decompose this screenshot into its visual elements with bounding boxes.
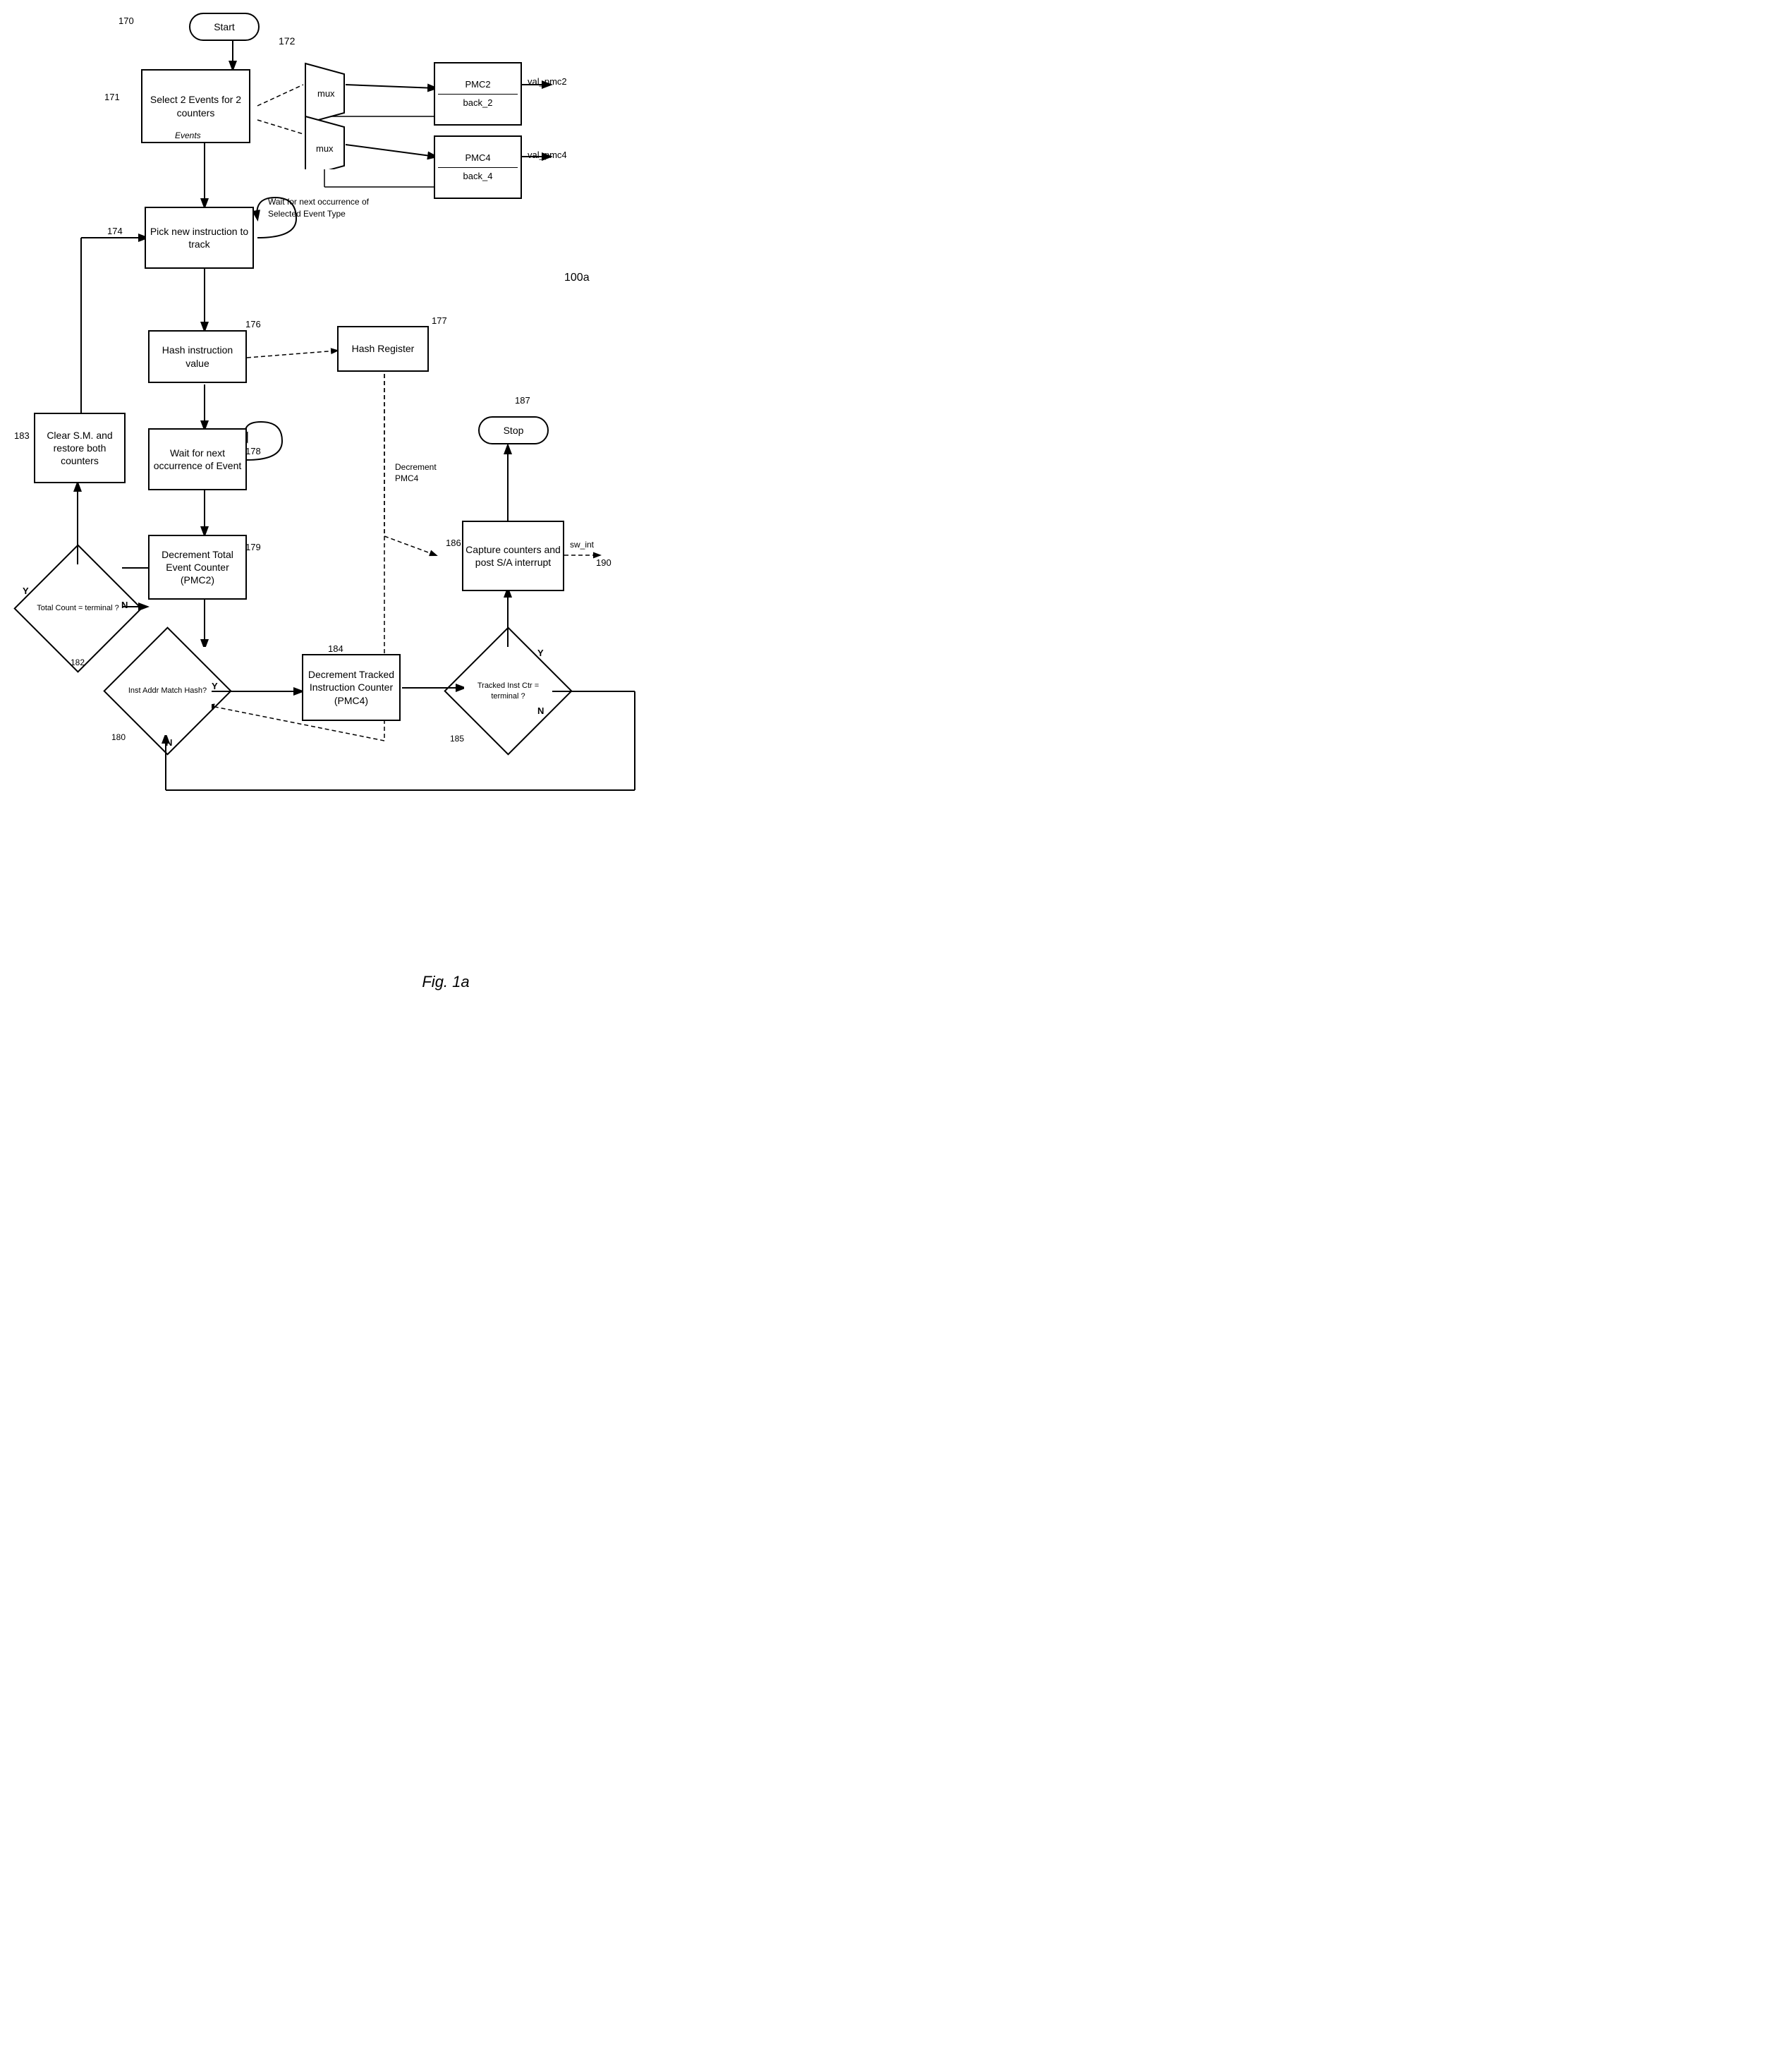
ref-190: 190 bbox=[596, 557, 611, 568]
total-count-n-label: N bbox=[121, 600, 128, 610]
hash-instruction-label: Hash instruction value bbox=[150, 344, 245, 369]
decrement-tec-node: Decrement Total Event Counter (PMC2) bbox=[148, 535, 247, 600]
stop-node: Stop bbox=[478, 416, 549, 444]
decrement-tracked-label: Decrement Tracked Instruction Counter (P… bbox=[303, 668, 399, 707]
ref-177: 177 bbox=[432, 315, 447, 326]
ref-179: 179 bbox=[245, 542, 261, 552]
tracked-y-label: Y bbox=[537, 648, 544, 658]
start-label: Start bbox=[214, 20, 235, 33]
decrement-tracked-node: Decrement Tracked Instruction Counter (P… bbox=[302, 654, 401, 721]
total-count-label: Total Count = terminal ? bbox=[37, 603, 118, 613]
total-count-y-label: Y bbox=[23, 586, 29, 596]
ref-170: 170 bbox=[118, 16, 134, 26]
mux-group: mux mux bbox=[302, 60, 351, 169]
inst-addr-y-label: Y bbox=[212, 681, 218, 691]
wait-event-label: Wait for next occurrence of Event bbox=[150, 447, 245, 472]
wait-occurrence-label: Wait for next occurrence of Selected Eve… bbox=[268, 196, 391, 220]
hash-register-label: Hash Register bbox=[352, 342, 415, 355]
ref-186: 186 bbox=[446, 538, 461, 548]
figure-label: Fig. 1a bbox=[422, 973, 469, 991]
ref-182: 182 bbox=[71, 658, 85, 667]
diagram: Start 170 Select 2 Events for 2 counters… bbox=[0, 0, 892, 1002]
tracked-inst-ctr-label: Tracked Inst Ctr = terminal ? bbox=[464, 681, 552, 701]
hash-instruction-node: Hash instruction value bbox=[148, 330, 247, 383]
pick-instruction-label: Pick new instruction to track bbox=[146, 225, 252, 250]
decrement-tec-label: Decrement Total Event Counter (PMC2) bbox=[150, 548, 245, 587]
val-pmc4-label: val_pmc4 bbox=[528, 150, 567, 160]
capture-counters-node: Capture counters and post S/A interrupt bbox=[462, 521, 564, 591]
decrement-pmc4-label: Decrement PMC4 bbox=[395, 462, 462, 484]
ref-176: 176 bbox=[245, 319, 261, 329]
ref-178: 178 bbox=[245, 446, 261, 456]
ref-100a: 100a bbox=[564, 272, 590, 284]
sw-int-label: sw_int bbox=[570, 540, 594, 550]
inst-addr-n-label: N bbox=[166, 737, 172, 748]
ref-187: 187 bbox=[515, 395, 530, 406]
svg-text:mux: mux bbox=[316, 143, 334, 154]
ref-171: 171 bbox=[104, 92, 120, 102]
inst-addr-match-label: Inst Addr Match Hash? bbox=[128, 686, 207, 696]
ref-172: 172 bbox=[279, 35, 295, 47]
clear-sm-node: Clear S.M. and restore both counters bbox=[34, 413, 126, 483]
val-pmc2-label: val_pmc2 bbox=[528, 76, 567, 87]
total-count-diamond: Total Count = terminal ? bbox=[34, 564, 122, 653]
pmc2-node: PMC2 back_2 bbox=[434, 62, 522, 126]
ref-185: 185 bbox=[450, 734, 464, 744]
wait-event-node: Wait for next occurrence of Event bbox=[148, 428, 247, 490]
ref-183: 183 bbox=[14, 430, 30, 441]
capture-counters-label: Capture counters and post S/A interrupt bbox=[463, 543, 563, 569]
svg-text:mux: mux bbox=[317, 88, 335, 99]
tracked-inst-ctr-diamond: Tracked Inst Ctr = terminal ? bbox=[464, 647, 552, 735]
stop-label: Stop bbox=[504, 424, 524, 437]
start-node: Start bbox=[189, 13, 260, 41]
inst-addr-match-diamond: Inst Addr Match Hash? bbox=[123, 647, 212, 735]
pmc4-node: PMC4 back_4 bbox=[434, 135, 522, 199]
ref-174: 174 bbox=[107, 226, 123, 236]
hash-register-node: Hash Register bbox=[337, 326, 429, 372]
pick-instruction-node: Pick new instruction to track bbox=[145, 207, 254, 269]
ref-184: 184 bbox=[328, 643, 343, 654]
select-2-events-label: Select 2 Events for 2 counters bbox=[142, 93, 249, 119]
ref-180: 180 bbox=[111, 732, 126, 742]
tracked-n-label: N bbox=[537, 705, 544, 716]
clear-sm-label: Clear S.M. and restore both counters bbox=[35, 429, 124, 468]
events-label: Events bbox=[175, 131, 201, 140]
